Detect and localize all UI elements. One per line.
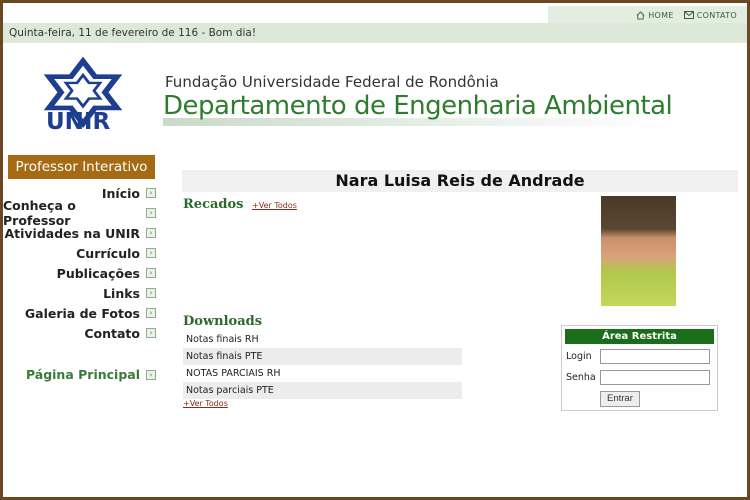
arrow-icon: › — [146, 208, 156, 218]
download-item[interactable]: Notas parciais PTE — [183, 382, 462, 399]
sidebar-item-contato[interactable]: Contato › — [3, 323, 158, 343]
login-input[interactable] — [600, 349, 710, 364]
contato-link-label: CONTATO — [696, 10, 737, 20]
login-button[interactable]: Entrar — [600, 390, 640, 407]
home-link-label: HOME — [648, 10, 674, 20]
sidebar-item-links[interactable]: Links › — [3, 283, 158, 303]
download-item[interactable]: NOTAS PARCIAIS RH — [183, 365, 462, 382]
recados-title: Recados — [183, 197, 244, 212]
envelope-icon — [683, 11, 694, 19]
greeting-bar: Quinta-feira, 11 de fevereiro de 116 - B… — [3, 23, 747, 43]
main-page-label: Página Principal — [25, 367, 140, 382]
sidebar-nav: Início › Conheça o Professor › Atividade… — [3, 183, 158, 343]
professor-name: Nara Luisa Reis de Andrade — [182, 170, 738, 192]
home-link[interactable]: HOME — [636, 11, 673, 20]
recados-see-all-link[interactable]: +Ver Todos — [252, 201, 297, 210]
sidebar-title: Professor Interativo — [8, 155, 155, 179]
sidebar-item-label: Contato — [84, 325, 140, 341]
contato-link[interactable]: CONTATO — [683, 10, 737, 20]
restricted-area-title: Área Restrita — [565, 329, 714, 344]
sidebar-item-label: Currículo — [76, 245, 140, 261]
home-icon — [636, 10, 645, 20]
sidebar-item-label: Atividades na UNIR — [4, 225, 140, 241]
sidebar-item-curriculo[interactable]: Currículo › — [3, 243, 158, 263]
greeting-text: Quinta-feira, 11 de fevereiro de 116 - B… — [9, 27, 257, 39]
sidebar-item-label: Conheça o Professor — [3, 198, 76, 228]
header: UNIR Fundação Universidade Federal de Ro… — [3, 43, 747, 148]
unir-logo-text: UNIR — [46, 109, 111, 135]
password-input[interactable] — [600, 370, 710, 385]
restricted-area-box: Área Restrita Login Senha Entrar — [561, 325, 718, 411]
top-links: HOME CONTATO — [548, 6, 747, 24]
sidebar-item-label: Galeria de Fotos — [24, 305, 140, 321]
professor-photo — [601, 196, 676, 306]
download-item[interactable]: Notas finais PTE — [183, 348, 462, 365]
arrow-icon: › — [146, 328, 156, 338]
department-name: Departamento de Engenharia Ambiental — [163, 91, 673, 121]
password-row: Senha — [565, 369, 714, 386]
recados-section: Recados +Ver Todos — [183, 197, 297, 212]
foundation-name: Fundação Universidade Federal de Rondôni… — [165, 73, 499, 91]
password-label: Senha — [566, 372, 596, 383]
downloads-see-all-link[interactable]: +Ver Todos — [183, 399, 228, 408]
sidebar-item-conheca[interactable]: Conheça o Professor › — [3, 198, 158, 228]
sidebar-item-atividades[interactable]: Atividades na UNIR › — [3, 223, 158, 243]
sidebar-item-publicacoes[interactable]: Publicações › — [3, 263, 158, 283]
arrow-icon: › — [146, 288, 156, 298]
arrow-icon: › — [146, 308, 156, 318]
downloads-list: Notas finais RH Notas finais PTE NOTAS P… — [183, 331, 462, 399]
downloads-title: Downloads — [183, 314, 263, 329]
sidebar-item-pagina-principal[interactable]: Página Principal › — [3, 367, 158, 382]
login-label: Login — [566, 351, 592, 362]
sidebar-item-label: Publicações — [56, 265, 140, 281]
arrow-icon: › — [146, 188, 156, 198]
arrow-icon: › — [146, 228, 156, 238]
arrow-icon: › — [146, 369, 156, 380]
download-item[interactable]: Notas finais RH — [183, 331, 462, 348]
login-row: Login — [565, 348, 714, 365]
sidebar-item-galeria[interactable]: Galeria de Fotos › — [3, 303, 158, 323]
arrow-icon: › — [146, 248, 156, 258]
sidebar-item-label: Links — [103, 285, 140, 301]
arrow-icon: › — [146, 268, 156, 278]
page: HOME CONTATO Quinta-feira, 11 de feverei… — [3, 3, 747, 497]
